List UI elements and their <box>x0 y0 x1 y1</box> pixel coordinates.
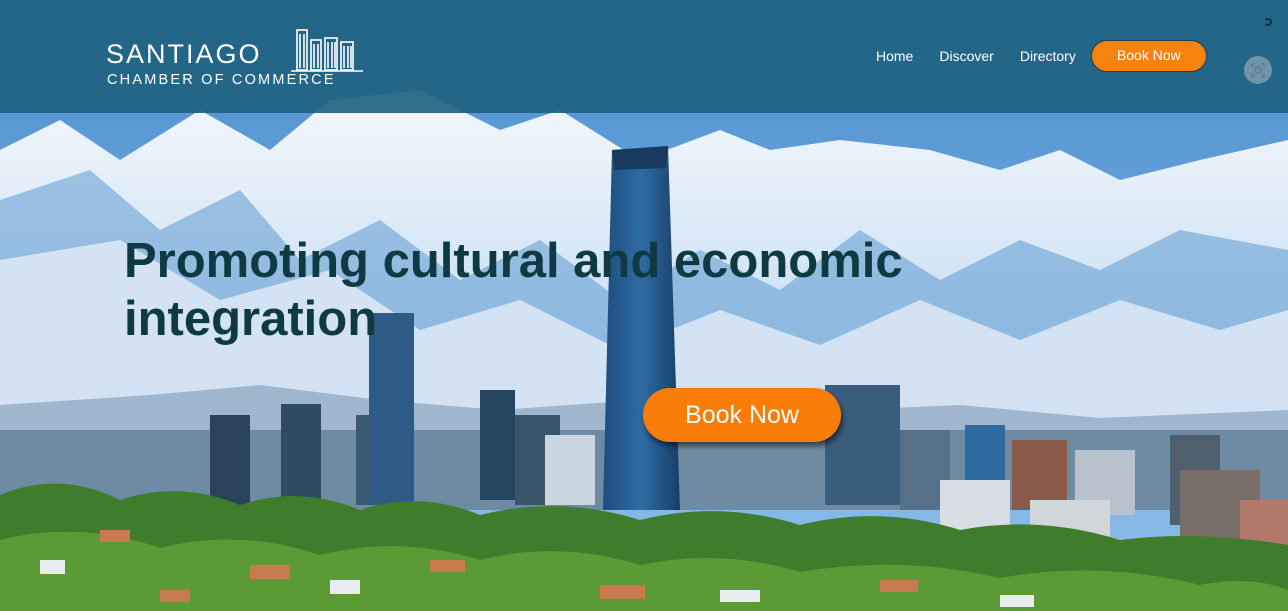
logo-title: SANTIAGO <box>106 39 262 69</box>
loading-icon <box>1264 18 1272 26</box>
hero-headline: Promoting cultural and economic integrat… <box>124 234 903 346</box>
hero-book-now-button[interactable]: Book Now <box>643 388 841 442</box>
header-book-now-button[interactable]: Book Now <box>1090 40 1207 72</box>
screenshot-icon[interactable] <box>1244 56 1272 84</box>
site-header: SANTIAGO CHAMBER OF COMMERCE Home Discov… <box>0 0 1288 113</box>
nav-home[interactable]: Home <box>876 48 913 64</box>
logo-subtitle: CHAMBER OF COMMERCE <box>107 72 336 88</box>
main-nav: Home Discover Directory Book Now <box>876 40 1207 72</box>
nav-discover[interactable]: Discover <box>939 48 993 64</box>
building-icon <box>291 29 363 72</box>
nav-directory[interactable]: Directory <box>1020 48 1076 64</box>
site-logo[interactable]: SANTIAGO CHAMBER OF COMMERCE <box>106 28 366 90</box>
screenshot-icon-glyph <box>1251 63 1265 77</box>
